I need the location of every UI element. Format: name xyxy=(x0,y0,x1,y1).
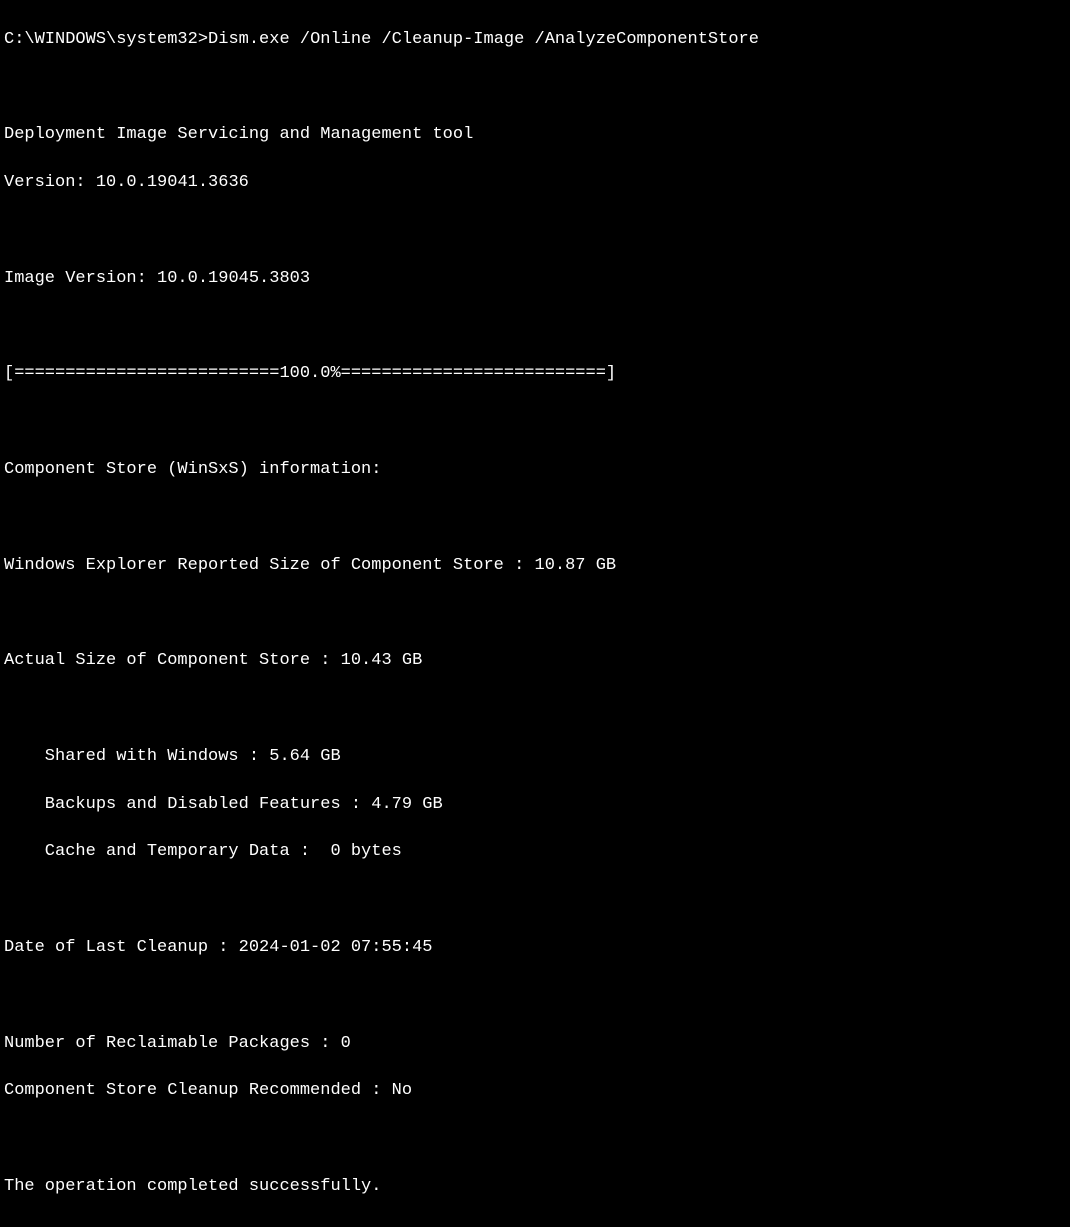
progress-bar: [==========================100.0%=======… xyxy=(4,362,1066,386)
actual-size-label: Actual Size of Component Store : xyxy=(4,651,341,670)
reclaimable-line: Number of Reclaimable Packages : 0 xyxy=(4,1032,1066,1056)
blank-line xyxy=(4,1127,1066,1151)
tool-name: Deployment Image Servicing and Managemen… xyxy=(4,123,1066,147)
cache-value: 0 bytes xyxy=(330,842,401,861)
version-label: Version: xyxy=(4,173,96,192)
blank-line xyxy=(4,506,1066,530)
command-text: Dism.exe /Online /Cleanup-Image /Analyze… xyxy=(208,30,759,49)
reported-size-label: Windows Explorer Reported Size of Compon… xyxy=(4,556,535,575)
completion-message: The operation completed successfully. xyxy=(4,1175,1066,1199)
blank-line xyxy=(4,697,1066,721)
shared-label: Shared with Windows : xyxy=(4,747,269,766)
cache-line: Cache and Temporary Data : 0 bytes xyxy=(4,840,1066,864)
shared-value: 5.64 GB xyxy=(269,747,340,766)
image-version-value: 10.0.19045.3803 xyxy=(157,269,310,288)
image-version-label: Image Version: xyxy=(4,269,157,288)
prompt: C:\WINDOWS\system32> xyxy=(4,30,208,49)
backups-label: Backups and Disabled Features : xyxy=(4,795,371,814)
section-header: Component Store (WinSxS) information: xyxy=(4,458,1066,482)
recommended-line: Component Store Cleanup Recommended : No xyxy=(4,1079,1066,1103)
command-line: C:\WINDOWS\system32>Dism.exe /Online /Cl… xyxy=(4,28,1066,52)
backups-value: 4.79 GB xyxy=(371,795,442,814)
terminal-output[interactable]: C:\WINDOWS\system32>Dism.exe /Online /Cl… xyxy=(0,0,1070,1227)
shared-line: Shared with Windows : 5.64 GB xyxy=(4,745,1066,769)
recommended-label: Component Store Cleanup Recommended : xyxy=(4,1081,392,1100)
blank-line xyxy=(4,315,1066,339)
blank-line xyxy=(4,888,1066,912)
actual-size-line: Actual Size of Component Store : 10.43 G… xyxy=(4,649,1066,673)
backups-line: Backups and Disabled Features : 4.79 GB xyxy=(4,793,1066,817)
last-cleanup-label: Date of Last Cleanup : xyxy=(4,938,239,957)
blank-line xyxy=(4,601,1066,625)
reclaimable-label: Number of Reclaimable Packages : xyxy=(4,1034,341,1053)
blank-line xyxy=(4,984,1066,1008)
last-cleanup-value: 2024-01-02 07:55:45 xyxy=(239,938,433,957)
reclaimable-value: 0 xyxy=(341,1034,351,1053)
last-cleanup-line: Date of Last Cleanup : 2024-01-02 07:55:… xyxy=(4,936,1066,960)
reported-size-line: Windows Explorer Reported Size of Compon… xyxy=(4,554,1066,578)
version-line: Version: 10.0.19041.3636 xyxy=(4,171,1066,195)
blank-line xyxy=(4,219,1066,243)
actual-size-value: 10.43 GB xyxy=(341,651,423,670)
image-version-line: Image Version: 10.0.19045.3803 xyxy=(4,267,1066,291)
reported-size-value: 10.87 GB xyxy=(535,556,617,575)
version-value: 10.0.19041.3636 xyxy=(96,173,249,192)
blank-line xyxy=(4,410,1066,434)
cache-label: Cache and Temporary Data : xyxy=(4,842,330,861)
recommended-value: No xyxy=(392,1081,412,1100)
blank-line xyxy=(4,76,1066,100)
